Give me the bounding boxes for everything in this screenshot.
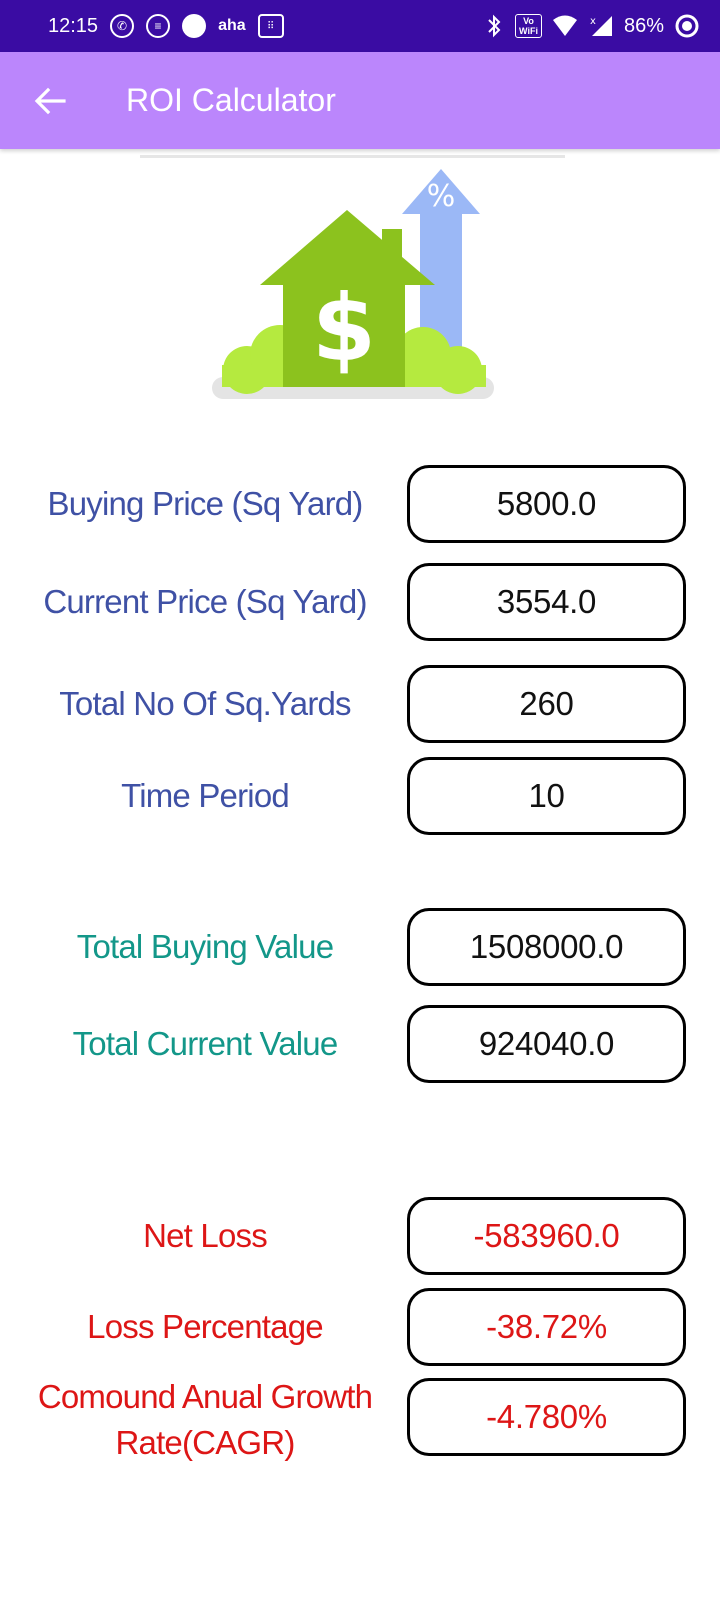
total-sq-yards-label: Total No Of Sq.Yards (59, 685, 351, 722)
cagr-label: Comound Anual Growth Rate(CAGR) (10, 1374, 400, 1466)
total-buying-value-label: Total Buying Value (76, 928, 334, 965)
total-sq-yards-input[interactable]: 260 (407, 665, 686, 743)
wifi-icon (552, 15, 578, 37)
roi-illustration: % $ (140, 155, 580, 410)
net-loss-label: Net Loss (143, 1217, 268, 1254)
calculator-icon: ⠿ (257, 14, 284, 38)
cagr-field: -4.780% (407, 1378, 686, 1456)
svg-text:x: x (590, 16, 596, 27)
dollar-symbol: $ (312, 275, 376, 382)
battery-percent: 86% (623, 14, 664, 37)
cagr-label-line1: Comound Anual Growth (37, 1378, 373, 1415)
percent-symbol: % (427, 179, 456, 214)
page-title: ROI Calculator (126, 82, 336, 118)
time-period-input[interactable]: 10 (407, 757, 686, 835)
status-left: 12:15 ✆ ≡ aha ⠿ (48, 14, 284, 38)
aha-icon: aha (218, 17, 246, 34)
net-loss-field: -583960.0 (407, 1197, 686, 1275)
current-price-label: Current Price (Sq Yard) (43, 583, 367, 620)
buying-price-input[interactable]: 5800.0 (407, 465, 686, 543)
vowifi-top: Vo (523, 16, 534, 26)
back-button[interactable] (0, 52, 100, 149)
total-current-value-label: Total Current Value (72, 1025, 339, 1062)
battery-icon (674, 13, 700, 39)
arrow-left-icon (34, 87, 66, 114)
signal-icon: x (588, 14, 614, 38)
status-bar: 12:15 ✆ ≡ aha ⠿ Vo WiFi x 86% (0, 0, 720, 52)
status-right: Vo WiFi x 86% (483, 13, 700, 39)
app-bar: ROI Calculator (0, 52, 720, 149)
loss-percentage-label: Loss Percentage (87, 1308, 323, 1345)
bluetooth-icon (483, 14, 505, 38)
total-current-value-field: 924040.0 (407, 1005, 686, 1083)
vowifi-bottom: WiFi (519, 26, 538, 36)
cagr-label-line2: Rate(CAGR) (115, 1424, 295, 1461)
status-time: 12:15 (48, 14, 99, 37)
total-buying-value-field: 1508000.0 (407, 908, 686, 986)
app-notification-icon (182, 14, 207, 38)
whatsapp-icon: ✆ (110, 14, 135, 38)
loss-percentage-field: -38.72% (407, 1288, 686, 1366)
vowifi-icon: Vo WiFi (515, 14, 542, 38)
buying-price-label: Buying Price (Sq Yard) (47, 485, 364, 522)
time-period-label: Time Period (121, 777, 290, 814)
message-icon: ≡ (146, 14, 171, 38)
current-price-input[interactable]: 3554.0 (407, 563, 686, 641)
